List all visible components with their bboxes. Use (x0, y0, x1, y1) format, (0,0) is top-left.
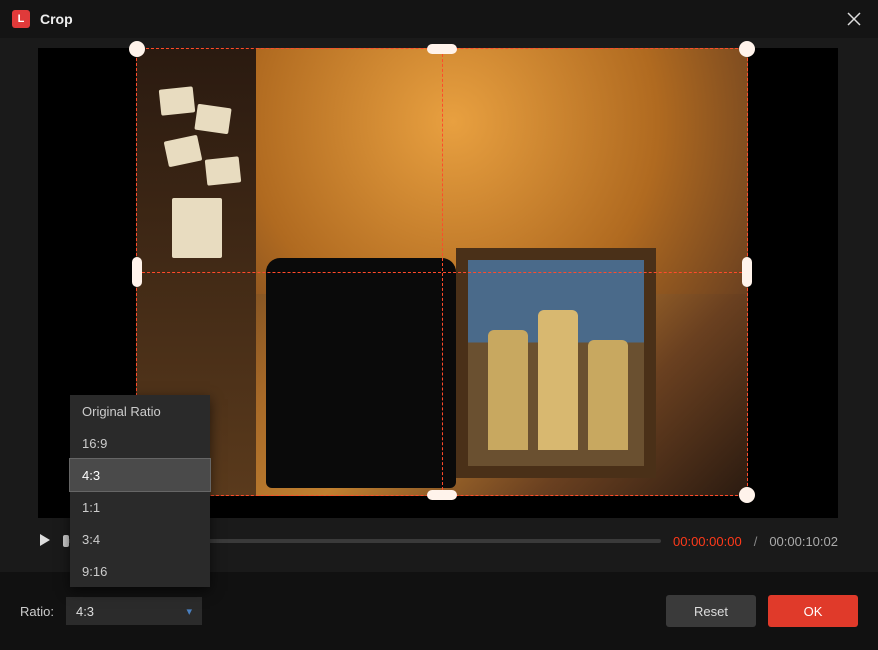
close-icon (847, 12, 861, 26)
time-current: 00:00:00:00 (673, 534, 742, 549)
app-icon: L (12, 10, 30, 28)
crop-handle-n[interactable] (427, 44, 457, 54)
window-title: Crop (40, 11, 73, 27)
video-frame[interactable] (136, 48, 748, 496)
ratio-option-9-16[interactable]: 9:16 (70, 555, 210, 587)
time-separator: / (754, 534, 758, 549)
crop-handle-w[interactable] (132, 257, 142, 287)
scene-paper (172, 198, 222, 258)
crop-handle-e[interactable] (742, 257, 752, 287)
ratio-option-16-9[interactable]: 16:9 (70, 427, 210, 459)
reset-button[interactable]: Reset (666, 595, 756, 627)
ratio-option-4-3[interactable]: 4:3 (70, 459, 210, 491)
ratio-selected-value: 4:3 (76, 604, 94, 619)
scene-chair (266, 258, 456, 488)
ratio-option-original[interactable]: Original Ratio (70, 395, 210, 427)
crop-handle-nw[interactable] (129, 41, 145, 57)
time-total: 00:00:10:02 (769, 534, 838, 549)
scene-paper (159, 86, 196, 115)
crop-handle-se[interactable] (739, 487, 755, 503)
ratio-option-3-4[interactable]: 3:4 (70, 523, 210, 555)
play-button[interactable] (38, 533, 54, 549)
chevron-down-icon: ▾ (186, 605, 192, 618)
play-icon (38, 533, 52, 547)
ratio-label: Ratio: (20, 604, 54, 619)
scene-paper (194, 104, 231, 134)
crop-handle-ne[interactable] (739, 41, 755, 57)
ratio-dropdown-menu[interactable]: Original Ratio 16:9 4:3 1:1 3:4 9:16 (70, 395, 210, 587)
crop-handle-s[interactable] (427, 490, 457, 500)
titlebar: L Crop (0, 0, 878, 38)
timeline-knob[interactable] (63, 535, 69, 547)
close-button[interactable] (842, 7, 866, 31)
scene-paper (205, 156, 242, 185)
ok-button[interactable]: OK (768, 595, 858, 627)
ratio-select[interactable]: 4:3 ▾ (66, 597, 202, 625)
ratio-option-1-1[interactable]: 1:1 (70, 491, 210, 523)
scene-painting (456, 248, 656, 478)
